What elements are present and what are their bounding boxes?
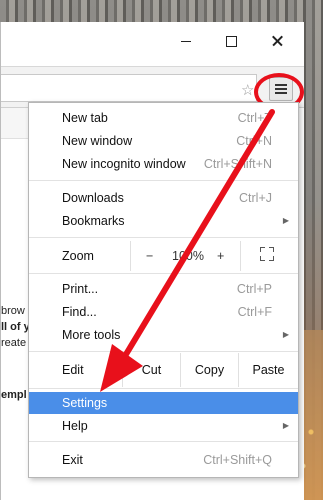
menu-separator (29, 351, 298, 352)
menu-item-zoom: Zoom − 100% + (29, 241, 298, 271)
zoom-in-button[interactable]: + (217, 241, 224, 271)
copy-button[interactable]: Copy (180, 353, 238, 387)
menu-item-label: New incognito window (62, 157, 186, 171)
star-icon[interactable]: ☆ (241, 81, 254, 99)
menu-separator (29, 237, 298, 238)
zoom-level: 100% (172, 249, 204, 263)
menu-item-label: Find... (62, 305, 97, 319)
page-text-fragment: brow (1, 305, 25, 317)
menu-item-label: Settings (62, 396, 108, 410)
close-button[interactable] (263, 30, 293, 52)
menu-item-label: Exit (62, 453, 83, 467)
menu-item-settings[interactable]: Settings (29, 392, 298, 414)
menu-item-bookmarks[interactable]: Bookmarks ▶ (29, 210, 298, 232)
menu-item-label: Print... (62, 282, 99, 296)
menu-item-exit[interactable]: Exit Ctrl+Shift+Q (29, 449, 298, 471)
submenu-arrow-icon: ▶ (282, 330, 289, 339)
paste-button[interactable]: Paste (238, 353, 298, 387)
menu-item-label: More tools (62, 328, 121, 342)
minimize-button[interactable] (171, 30, 201, 52)
menu-item-label: Bookmarks (62, 214, 125, 228)
maximize-icon (226, 36, 237, 47)
cut-button[interactable]: Cut (122, 353, 180, 387)
menu-item-label: Downloads (62, 191, 124, 205)
fullscreen-icon[interactable] (260, 247, 274, 261)
menu-item-find[interactable]: Find... Ctrl+F (29, 301, 298, 323)
zoom-divider (130, 241, 131, 271)
maximize-button[interactable] (216, 30, 246, 52)
menu-item-shortcut: Ctrl+N (236, 134, 272, 148)
menu-item-label: New window (62, 134, 133, 148)
menu-item-label: Zoom (62, 249, 94, 263)
menu-item-edit: Edit Cut Copy Paste (29, 353, 298, 387)
menu-item-shortcut: Ctrl+Shift+N (203, 157, 272, 171)
menu-item-new-tab[interactable]: New tab Ctrl+T (29, 107, 298, 129)
menu-item-shortcut: Ctrl+T (237, 111, 272, 125)
menu-separator (29, 388, 298, 389)
menu-item-label: New tab (62, 111, 108, 125)
menu-item-shortcut: Ctrl+P (236, 282, 272, 296)
menu-separator (29, 441, 298, 442)
title-bar (1, 22, 304, 60)
submenu-arrow-icon: ▶ (282, 421, 289, 430)
menu-item-new-incognito-window[interactable]: New incognito window Ctrl+Shift+N (29, 153, 298, 175)
page-header-strip (1, 108, 31, 139)
menu-item-label: Help (62, 419, 88, 433)
menu-item-shortcut: Ctrl+J (239, 191, 272, 205)
menu-item-print[interactable]: Print... Ctrl+P (29, 278, 298, 300)
menu-separator (29, 180, 298, 181)
menu-item-new-window[interactable]: New window Ctrl+N (29, 130, 298, 152)
page-text-fragment: reate (1, 337, 27, 349)
menu-item-downloads[interactable]: Downloads Ctrl+J (29, 187, 298, 209)
menu-item-shortcut: Ctrl+Shift+Q (203, 453, 272, 467)
minimize-icon (181, 41, 191, 42)
menu-item-more-tools[interactable]: More tools ▶ (29, 324, 298, 346)
menu-item-shortcut: Ctrl+F (237, 305, 272, 319)
page-text-fragment: ll of y (1, 321, 30, 333)
menu-item-label: Edit (62, 363, 84, 377)
zoom-out-button[interactable]: − (146, 241, 153, 271)
menu-item-help[interactable]: Help ▶ (29, 415, 298, 437)
address-bar[interactable] (1, 74, 257, 102)
page-text-fragment: empl (1, 389, 27, 401)
menu-separator (29, 273, 298, 274)
zoom-divider (240, 241, 241, 271)
submenu-arrow-icon: ▶ (282, 216, 289, 225)
chrome-main-menu: New tab Ctrl+T New window Ctrl+N New inc… (28, 102, 299, 478)
